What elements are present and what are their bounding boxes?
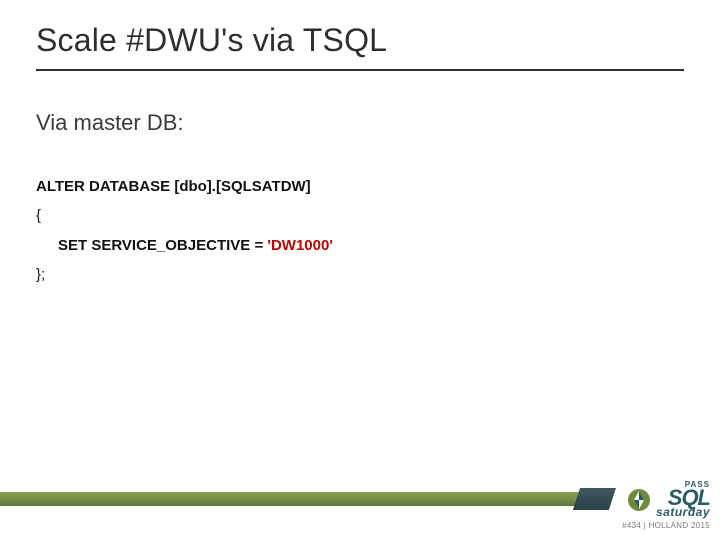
footer-bar-green: [0, 492, 580, 506]
subheading: Via master DB:: [36, 110, 184, 136]
logo-saturday: saturday: [656, 505, 710, 519]
logo: PASS SQL saturday #434 | HOLLAND 2015: [580, 480, 710, 530]
code-equals: =: [250, 237, 267, 254]
code-open-brace: {: [36, 204, 333, 227]
code-block: ALTER DATABASE [dbo].[SQLSATDW] { SET SE…: [36, 175, 333, 286]
code-line-set: SET SERVICE_OBJECTIVE = 'DW1000': [36, 234, 333, 257]
code-close-brace: };: [36, 263, 333, 286]
logo-event: #434 | HOLLAND 2015: [580, 521, 710, 530]
logo-top-row: PASS SQL saturday: [580, 480, 710, 519]
logo-text: PASS SQL saturday: [656, 480, 710, 519]
code-string-value: 'DW1000': [267, 237, 333, 254]
code-set-keyword: SET SERVICE_OBJECTIVE: [58, 237, 250, 254]
slide: Scale #DWU's via TSQL Via master DB: ALT…: [0, 0, 720, 540]
compass-icon: [626, 487, 652, 513]
code-line-alter: ALTER DATABASE [dbo].[SQLSATDW]: [36, 175, 333, 198]
slide-title: Scale #DWU's via TSQL: [36, 22, 684, 71]
